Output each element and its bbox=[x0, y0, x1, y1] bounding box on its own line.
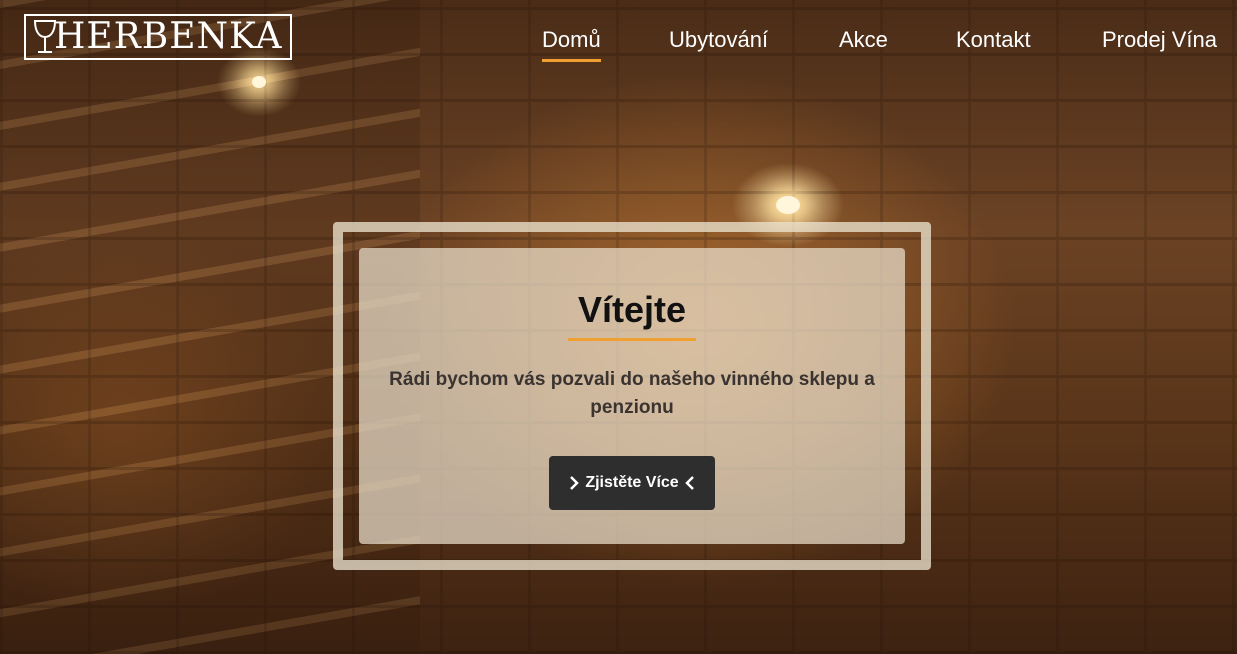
nav-item-domu[interactable]: Domů bbox=[542, 26, 601, 62]
nav-item-akce[interactable]: Akce bbox=[839, 26, 888, 54]
nav-item-kontakt[interactable]: Kontakt bbox=[956, 26, 1031, 54]
nav-item-prodej-vina[interactable]: Prodej Vína bbox=[1102, 26, 1217, 54]
learn-more-label: Zjistěte Více bbox=[585, 474, 679, 491]
hero-title: Vítejte bbox=[577, 289, 687, 330]
nav-item-ubytovani[interactable]: Ubytování bbox=[669, 26, 768, 54]
background-lamp bbox=[776, 196, 800, 214]
site-header: HERBENKA Domů Ubytování Akce Kontakt Pro… bbox=[0, 0, 1237, 80]
chevron-left-icon bbox=[684, 476, 694, 490]
main-navigation: Domů Ubytování Akce Kontakt Prodej Vína bbox=[0, 26, 1237, 66]
learn-more-button[interactable]: Zjistěte Více bbox=[549, 456, 715, 510]
title-underline bbox=[568, 338, 696, 341]
hero-subtitle: Rádi bychom vás pozvali do našeho vinnéh… bbox=[389, 369, 875, 418]
chevron-right-icon bbox=[570, 476, 580, 490]
hero-panel: Vítejte Rádi bychom vás pozvali do našeh… bbox=[359, 248, 905, 544]
